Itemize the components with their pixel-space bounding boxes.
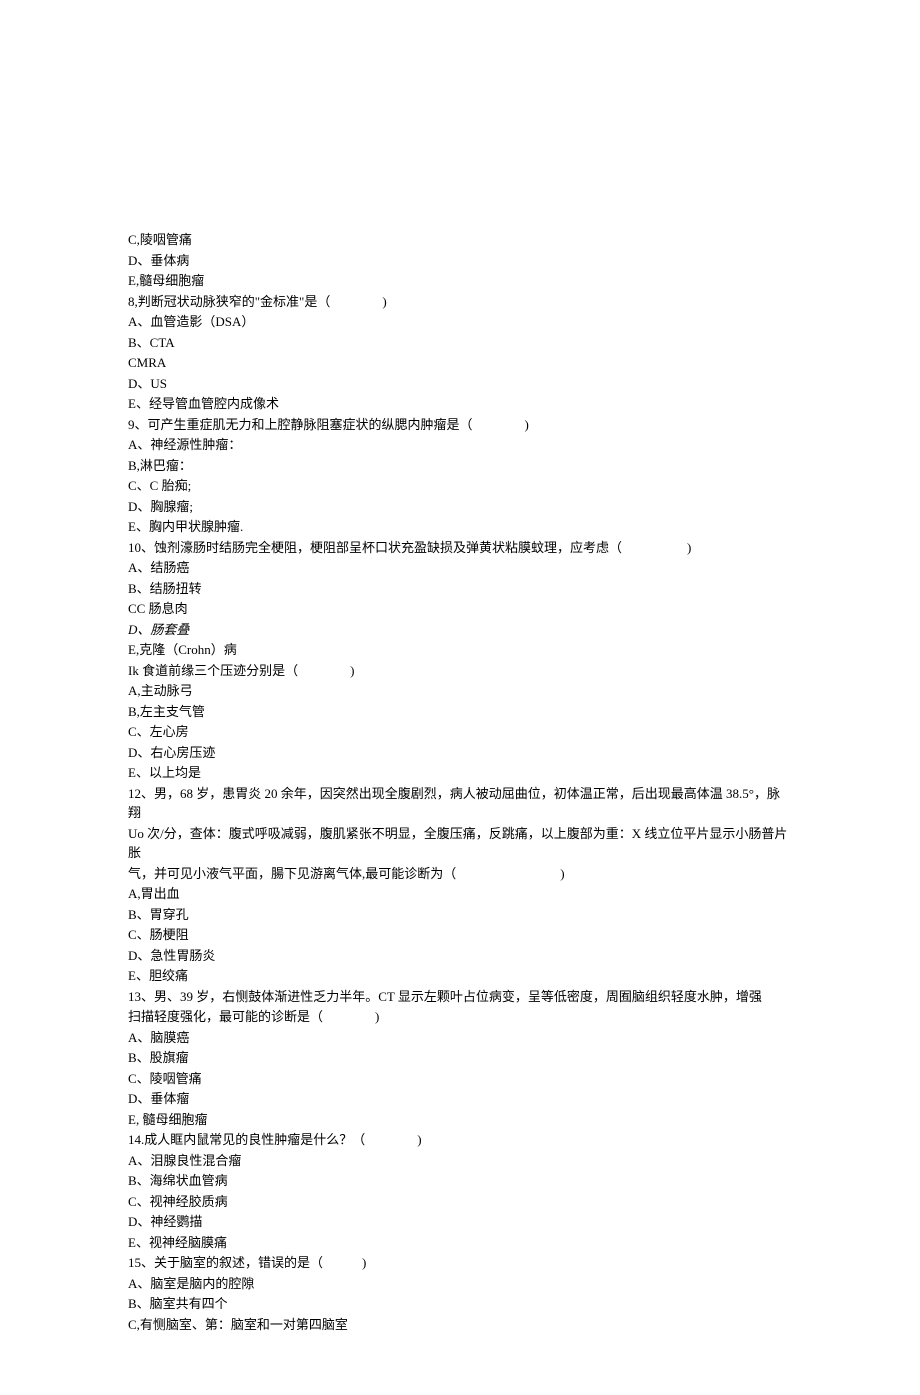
text-line-45: C、视神经胶质病 — [128, 1192, 792, 1212]
text-line-12: C、C 胎痴; — [128, 476, 792, 496]
text-line-13: D、胸腺瘤; — [128, 497, 792, 517]
text-line-48: 15、关于脑室的叙述，错误的是（ ) — [128, 1253, 792, 1273]
text-line-21: Ik 食道前缘三个压迹分别是（ ) — [128, 661, 792, 681]
text-line-0: C,陵咽管痛 — [128, 230, 792, 250]
text-line-43: A、泪腺良性混合瘤 — [128, 1151, 792, 1171]
text-line-18: CC 肠息肉 — [128, 599, 792, 619]
text-line-30: A,胃出血 — [128, 884, 792, 904]
text-line-5: B、CTA — [128, 333, 792, 353]
text-line-17: B、结肠扭转 — [128, 579, 792, 599]
text-line-8: E、经导管血管腔内成像术 — [128, 394, 792, 414]
text-line-27: 12、男，68 岁，患胃炎 20 余年，因突然出现全腹剧烈，病人被动屈曲位，初体… — [128, 784, 792, 823]
text-line-4: A、血管造影（DSA） — [128, 312, 792, 332]
text-line-1: D、垂体病 — [128, 251, 792, 271]
text-line-15: 10、蚀剂濠肠时结肠完全梗阻，梗阻部呈杯口状充盈缺损及弹黄状粘膜蚊理，应考虑（ … — [128, 538, 792, 558]
text-line-39: C、陵咽管痛 — [128, 1069, 792, 1089]
text-line-16: A、结肠癌 — [128, 558, 792, 578]
text-line-36: 扫描轻度强化，最可能的诊断是（ ) — [128, 1007, 792, 1027]
text-line-9: 9、可产生重症肌无力和上腔静脉阻塞症状的纵腮内肿瘤是（ ) — [128, 415, 792, 435]
text-line-40: D、垂体瘤 — [128, 1089, 792, 1109]
text-line-3: 8,判断冠状动脉狭窄的"金标准"是（ ) — [128, 292, 792, 312]
text-line-31: B、胃穿孔 — [128, 905, 792, 925]
text-line-11: B,淋巴瘤： — [128, 456, 792, 476]
text-line-44: B、海绵状血管病 — [128, 1171, 792, 1191]
text-line-49: A、脑室是脑内的腔隙 — [128, 1274, 792, 1294]
text-line-22: A,主动脉弓 — [128, 681, 792, 701]
text-line-32: C、肠梗阻 — [128, 925, 792, 945]
text-line-41: E, 髓母细胞瘤 — [128, 1110, 792, 1130]
text-line-35: 13、男、39 岁，右恻鼓体渐进性乏力半年。CT 显示左颗叶占位病变，呈等低密度… — [128, 987, 792, 1007]
text-line-47: E、视神经脑膜痛 — [128, 1233, 792, 1253]
text-line-28: Uo 次/分，查体：腹式呼吸减弱，腹肌紧张不明显，全腹压痛，反跳痛，以上腹部为重… — [128, 824, 792, 863]
text-line-20: E,克隆（Crohn）病 — [128, 640, 792, 660]
text-line-14: E、胸内甲状腺肿瘤. — [128, 517, 792, 537]
text-line-38: B、股旗瘤 — [128, 1048, 792, 1068]
text-line-51: C,有恻脑室、第：脑室和一对第四脑室 — [128, 1315, 792, 1335]
text-line-46: D、神经鹦描 — [128, 1212, 792, 1232]
text-line-10: A、神经源性肿瘤： — [128, 435, 792, 455]
text-line-42: 14.成人眶内鼠常见的良性肿瘤是什么？（ ) — [128, 1130, 792, 1150]
text-line-26: E、以上均是 — [128, 763, 792, 783]
text-line-50: B、脑室共有四个 — [128, 1294, 792, 1314]
text-line-25: D、右心房压迹 — [128, 743, 792, 763]
text-line-34: E、胆绞痛 — [128, 966, 792, 986]
text-line-24: C、左心房 — [128, 722, 792, 742]
text-line-19: D、肠套叠 — [128, 620, 792, 640]
text-line-23: B,左主支气管 — [128, 702, 792, 722]
text-line-6: CMRA — [128, 353, 792, 373]
text-line-7: D、US — [128, 374, 792, 394]
text-line-2: E,髓母细胞瘤 — [128, 271, 792, 291]
text-line-37: A、脑膜癌 — [128, 1028, 792, 1048]
text-line-29: 气，并可见小液气平面，腸下见游离气体,最可能诊断为（ ) — [128, 864, 792, 884]
text-line-33: D、急性胃肠炎 — [128, 946, 792, 966]
